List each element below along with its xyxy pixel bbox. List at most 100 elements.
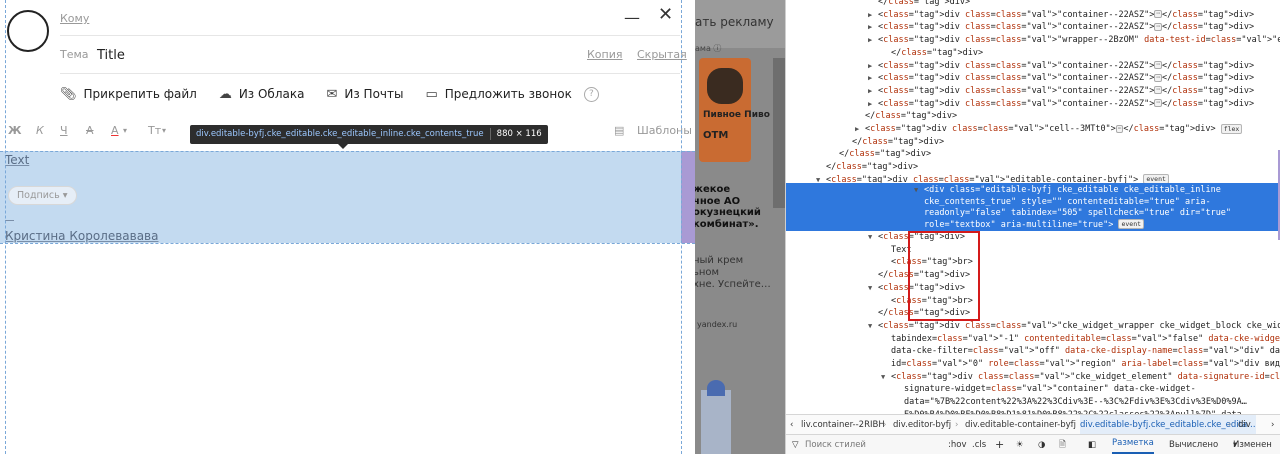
expand-toggle-icon[interactable]: ▼ xyxy=(881,371,891,384)
tab-computed[interactable]: Вычислено xyxy=(1169,435,1218,454)
strike-button[interactable]: А xyxy=(86,124,94,137)
dom-node-11[interactable]: </class="tag">div> xyxy=(842,136,944,149)
expand-toggle-icon[interactable]: ▶ xyxy=(868,60,878,73)
ellipsis-icon[interactable]: ⋯ xyxy=(1154,22,1163,31)
dom-node-7[interactable]: ▶ <class="tag">div class=class="val">"con… xyxy=(868,85,1254,98)
dom-node-0[interactable]: </class="tag">div> xyxy=(868,0,970,9)
ad-product-image[interactable]: Пивное Пиво ОТМ xyxy=(699,58,770,162)
help-icon[interactable]: ? xyxy=(583,86,599,102)
sidebar-toggle-icon[interactable]: ◧ xyxy=(1088,435,1096,454)
ad-title[interactable]: ать рекламу xyxy=(695,15,774,29)
bcc-link[interactable]: Скрытая xyxy=(637,48,687,61)
page-icon[interactable]: 🗎︎ xyxy=(1059,435,1066,454)
selected-node[interactable]: ▼ <div class="editable-byfj cke_editable … xyxy=(786,183,1280,231)
news-headline[interactable]: жекое чное АО окузнецкий комбинат». xyxy=(695,184,761,230)
news-image[interactable] xyxy=(701,380,731,454)
class-toggle-button[interactable]: .cls xyxy=(972,435,986,454)
sun-icon[interactable]: ☀ xyxy=(1016,435,1024,454)
text-color-button[interactable]: А xyxy=(111,124,119,137)
expand-toggle-icon[interactable]: ▼ xyxy=(868,231,878,244)
underline-button[interactable]: Ч xyxy=(60,124,68,137)
add-rule-button[interactable]: + xyxy=(995,435,1004,454)
dom-node-1[interactable]: ▶ <class="tag">div class=class="val">"con… xyxy=(868,9,1254,22)
dom-child-9[interactable]: data-cke-filter=class="val">"off" data-c… xyxy=(881,345,1280,358)
dom-child-1[interactable]: Text xyxy=(881,244,911,257)
expand-toggle-icon[interactable]: ▼ xyxy=(868,282,878,295)
filter-icon: ▽ xyxy=(792,440,799,450)
expand-toggle-icon[interactable]: ▶ xyxy=(868,85,878,98)
contrast-icon[interactable]: ◑ xyxy=(1038,435,1045,454)
dom-node-3[interactable]: ▶ <class="tag">div class=class="val">"wra… xyxy=(868,34,1280,47)
breadcrumb-item[interactable]: div.editable-container-byfj xyxy=(965,415,1076,435)
from-cloud-button[interactable]: ☁︎ Из Облака xyxy=(219,87,305,102)
message-body-text[interactable]: Text xyxy=(5,153,29,167)
to-label[interactable]: Кому xyxy=(60,12,89,25)
signature-separator xyxy=(5,220,14,221)
breadcrumb-item[interactable]: div.editor-byfj xyxy=(893,415,951,435)
bold-button[interactable]: Ж xyxy=(8,124,21,137)
italic-button[interactable]: К xyxy=(36,124,44,137)
templates-button[interactable]: Шаблоны xyxy=(637,124,692,137)
breadcrumb-separator: › xyxy=(1228,420,1232,430)
ad-text[interactable]: ный крем ьном хне. Успейте… xyxy=(695,255,771,291)
ad-domain[interactable]: yandex.ru xyxy=(697,320,737,329)
dom-child-13[interactable]: data="%7B%22content%22%3A%22%3Cdiv%3E--%… xyxy=(894,396,1247,409)
attach-file-button[interactable]: 📎︎ Прикрепить файл xyxy=(60,87,197,102)
ellipsis-icon[interactable]: ⋯ xyxy=(1154,99,1163,108)
dom-child-8[interactable]: tabindex=class="val">"-1" contenteditabl… xyxy=(881,333,1280,346)
styles-filter-input[interactable]: Поиск стилей xyxy=(805,435,866,454)
dom-node-4[interactable]: </class="tag">div> xyxy=(881,47,983,60)
tab-layout[interactable]: Разметка xyxy=(1112,435,1154,454)
expand-toggle-icon[interactable]: ▶ xyxy=(868,9,878,22)
chevron-down-icon[interactable]: ▾ xyxy=(162,126,166,135)
badge-event[interactable]: event xyxy=(1118,219,1145,229)
cc-link[interactable]: Копия xyxy=(587,48,623,61)
dom-child-11[interactable]: ▼ <class="tag">div class=class="val">"cke… xyxy=(881,371,1280,384)
expand-toggle-icon[interactable]: ▶ xyxy=(868,98,878,111)
ellipsis-icon[interactable]: ⋯ xyxy=(1154,73,1163,82)
from-mail-button[interactable]: ✉︎ Из Почты xyxy=(326,87,403,102)
expand-toggle-icon[interactable]: ▶ xyxy=(855,123,865,136)
templates-icon[interactable]: ▤ xyxy=(614,124,624,137)
breadcrumb-item[interactable]: div xyxy=(1238,415,1251,435)
dom-node-2[interactable]: ▶ <class="tag">div class=class="val">"con… xyxy=(868,21,1254,34)
dom-child-10[interactable]: id=class="val">"0" role=class="val">"reg… xyxy=(881,358,1280,371)
avatar[interactable] xyxy=(7,10,49,52)
screen: Кому — ✕ Тема Title Копия Скрытая 📎︎ При… xyxy=(0,0,1280,454)
dom-node-6[interactable]: ▶ <class="tag">div class=class="val">"con… xyxy=(868,72,1254,85)
chevron-right-icon[interactable]: › xyxy=(1271,415,1274,435)
tab-changes[interactable]: Изменен ▾ xyxy=(1233,435,1272,454)
expand-toggle-icon[interactable]: ▶ xyxy=(868,72,878,85)
dom-node-10[interactable]: ▶ <class="tag">div class=class="val">"cel… xyxy=(855,123,1243,136)
propose-call-button[interactable]: ▭ Предложить звонок xyxy=(425,87,571,102)
paperclip-icon: 📎︎ xyxy=(60,86,77,102)
dom-child-12[interactable]: signature-widget=class="val">"container"… xyxy=(894,383,1196,396)
dom-node-12[interactable]: </class="tag">div> xyxy=(829,148,931,161)
dom-node-5[interactable]: ▶ <class="tag">div class=class="val">"con… xyxy=(868,60,1254,73)
breadcrumb-item[interactable]: liv.container--2RIBH xyxy=(801,415,885,435)
ellipsis-icon[interactable]: ⋯ xyxy=(1115,124,1124,133)
subject-field[interactable]: Title xyxy=(97,48,125,63)
chevron-down-icon[interactable]: ▾ xyxy=(123,126,127,135)
close-icon[interactable]: ✕ xyxy=(658,6,673,24)
expand-toggle-icon[interactable]: ▼ xyxy=(868,320,878,333)
minimize-icon[interactable]: — xyxy=(624,10,640,26)
devtools-panel: </class="tag">div> ▶ <class="tag">div clas… xyxy=(785,0,1280,454)
expand-toggle-icon[interactable]: ▶ xyxy=(868,34,878,47)
hover-state-button[interactable]: :hov xyxy=(948,435,966,454)
ellipsis-icon[interactable]: ⋯ xyxy=(1154,61,1163,69)
dom-node-13[interactable]: </class="tag">div> xyxy=(816,161,918,174)
ellipsis-icon[interactable]: ⋯ xyxy=(1154,86,1163,95)
divider xyxy=(60,35,680,36)
ellipsis-icon[interactable]: ⋯ xyxy=(1154,10,1163,19)
expand-toggle-icon[interactable]: ▶ xyxy=(868,21,878,34)
badge-flex[interactable]: flex xyxy=(1220,123,1243,134)
font-size-button[interactable]: Тт xyxy=(148,124,161,137)
dom-node-8[interactable]: ▶ <class="tag">div class=class="val">"con… xyxy=(868,98,1254,111)
dom-child-7[interactable]: ▼ <class="tag">div class=class="val">"cke… xyxy=(868,320,1280,333)
guide-line xyxy=(681,0,682,454)
dom-node-9[interactable]: </class="tag">div> xyxy=(855,110,957,123)
signature-button[interactable]: Подпись ▾ xyxy=(8,186,77,205)
chevron-left-icon[interactable]: ‹ xyxy=(790,415,793,435)
dom-tree[interactable]: </class="tag">div> ▶ <class="tag">div clas… xyxy=(786,0,1280,420)
